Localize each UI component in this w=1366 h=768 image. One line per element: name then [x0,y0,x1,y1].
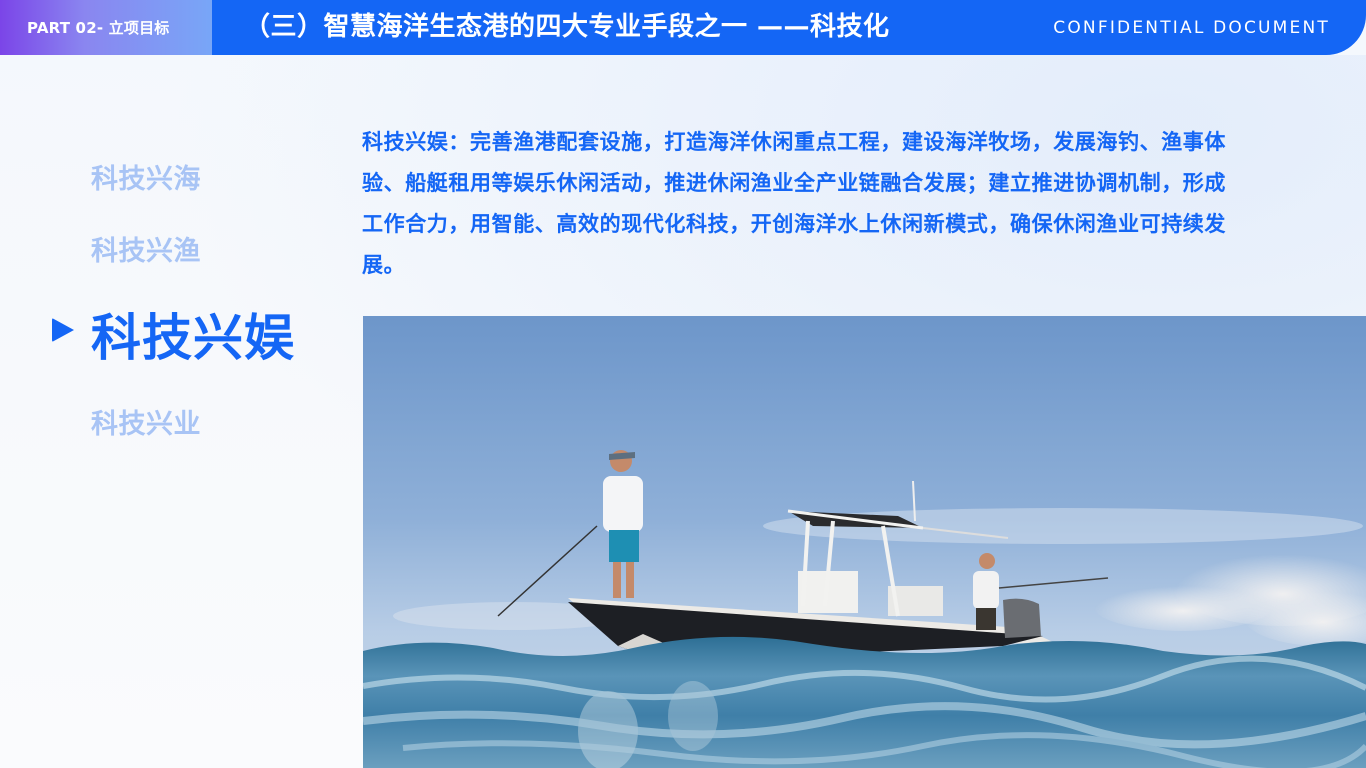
play-triangle-icon [52,318,74,342]
photo-illustration [363,316,1366,768]
nav-item-entertainment[interactable]: 科技兴娱 [91,298,295,370]
sea [363,636,1366,768]
nav-item-sea[interactable]: 科技兴海 [91,157,201,196]
confidential-label: CONFIDENTIAL DOCUMENT [1053,18,1330,38]
title-bar: （三）智慧海洋生态港的四大专业手段之一 ——科技化 CONFIDENTIAL D… [212,0,1366,55]
nav-item-fishery[interactable]: 科技兴渔 [91,229,201,268]
section-nav: 科技兴海 科技兴渔 科技兴娱 科技兴业 [0,0,340,768]
description-text: 科技兴娱：完善渔港配套设施，打造海洋休闲重点工程，建设海洋牧场，发展海钓、渔事体… [362,130,1226,277]
nav-item-industry[interactable]: 科技兴业 [91,402,201,441]
page-title: （三）智慧海洋生态港的四大专业手段之一 ——科技化 [244,12,890,42]
boat-fishing-photo [363,316,1366,768]
